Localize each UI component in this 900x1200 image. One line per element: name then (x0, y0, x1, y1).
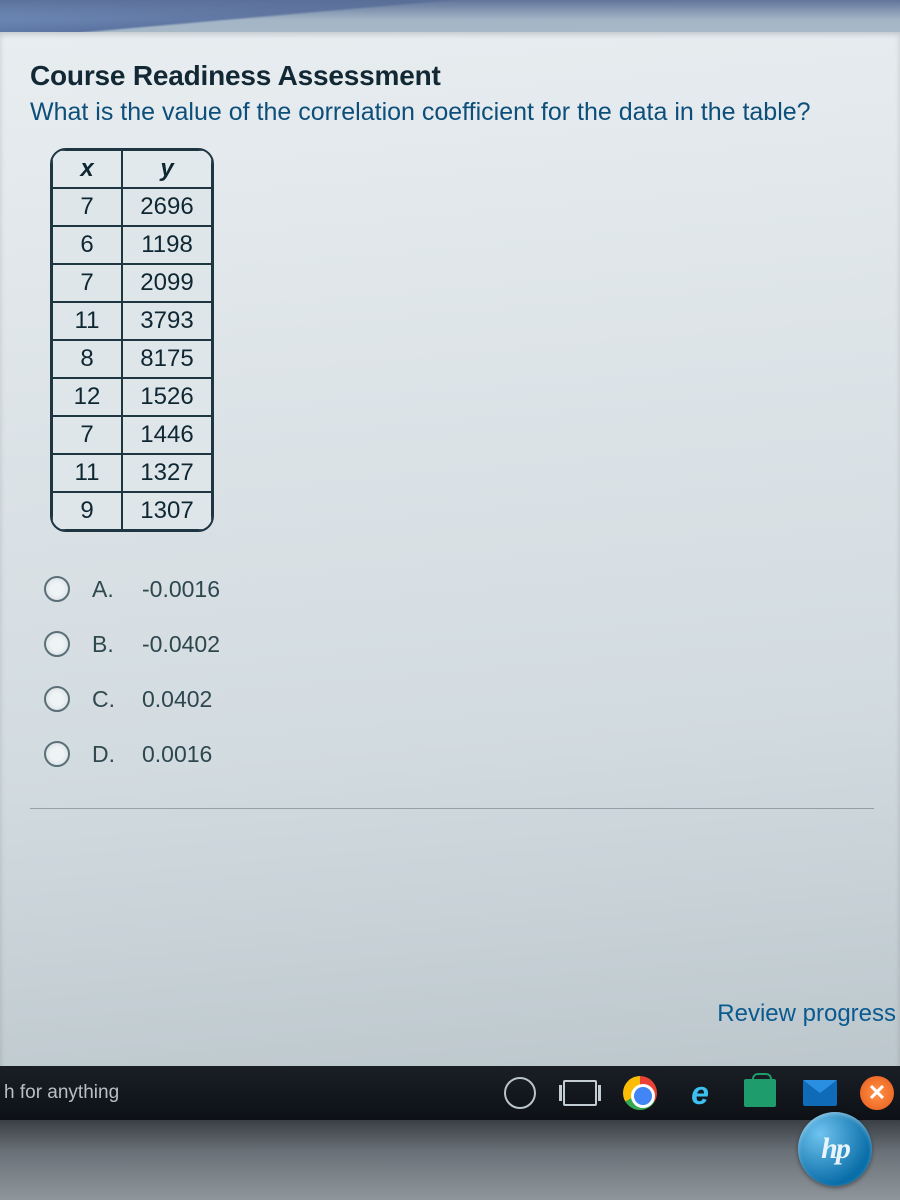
option-d[interactable]: D. 0.0016 (44, 727, 874, 782)
page-title: Course Readiness Assessment (30, 60, 874, 92)
option-letter: A. (92, 576, 120, 603)
cortana-icon[interactable] (500, 1073, 540, 1113)
cortana-search-input[interactable]: h for anything (4, 1082, 119, 1104)
table-row: 61198 (52, 226, 212, 264)
mail-icon[interactable] (800, 1073, 840, 1113)
option-letter: B. (92, 631, 120, 658)
ms-store-icon[interactable] (740, 1073, 780, 1113)
option-letter: C. (92, 686, 120, 713)
col-header-y: y (122, 150, 212, 188)
option-b[interactable]: B. -0.0402 (44, 617, 874, 672)
option-letter: D. (92, 741, 120, 768)
table-row: 91307 (52, 492, 212, 530)
divider (30, 808, 874, 809)
radio-icon[interactable] (44, 576, 70, 602)
table-row: 72696 (52, 188, 212, 226)
chrome-icon[interactable] (620, 1073, 660, 1113)
answer-options: A. -0.0016 B. -0.0402 C. 0.0402 D. 0.001… (44, 562, 874, 782)
table-row: 111327 (52, 454, 212, 492)
table-row: 88175 (52, 340, 212, 378)
radio-icon[interactable] (44, 631, 70, 657)
option-a[interactable]: A. -0.0016 (44, 562, 874, 617)
table-row: 121526 (52, 378, 212, 416)
edge-icon[interactable]: e (680, 1073, 720, 1113)
question-text: What is the value of the correlation coe… (30, 96, 874, 130)
close-app-icon[interactable]: ✕ (860, 1076, 894, 1110)
col-header-x: x (52, 150, 122, 188)
option-value: -0.0402 (142, 631, 220, 658)
option-c[interactable]: C. 0.0402 (44, 672, 874, 727)
option-value: 0.0402 (142, 686, 212, 713)
table-row: 113793 (52, 302, 212, 340)
hp-logo: hp (798, 1112, 872, 1186)
windows-taskbar[interactable]: h for anything e ✕ (0, 1066, 900, 1120)
table-row: 71446 (52, 416, 212, 454)
table-row: 72099 (52, 264, 212, 302)
option-value: -0.0016 (142, 576, 220, 603)
review-progress-link[interactable]: Review progress (717, 1000, 896, 1028)
option-value: 0.0016 (142, 741, 212, 768)
radio-icon[interactable] (44, 741, 70, 767)
radio-icon[interactable] (44, 686, 70, 712)
xy-data-table: x y 72696 61198 72099 113793 88175 12152… (50, 148, 214, 532)
laptop-bezel: hp (0, 1120, 900, 1200)
task-view-icon[interactable] (560, 1073, 600, 1113)
